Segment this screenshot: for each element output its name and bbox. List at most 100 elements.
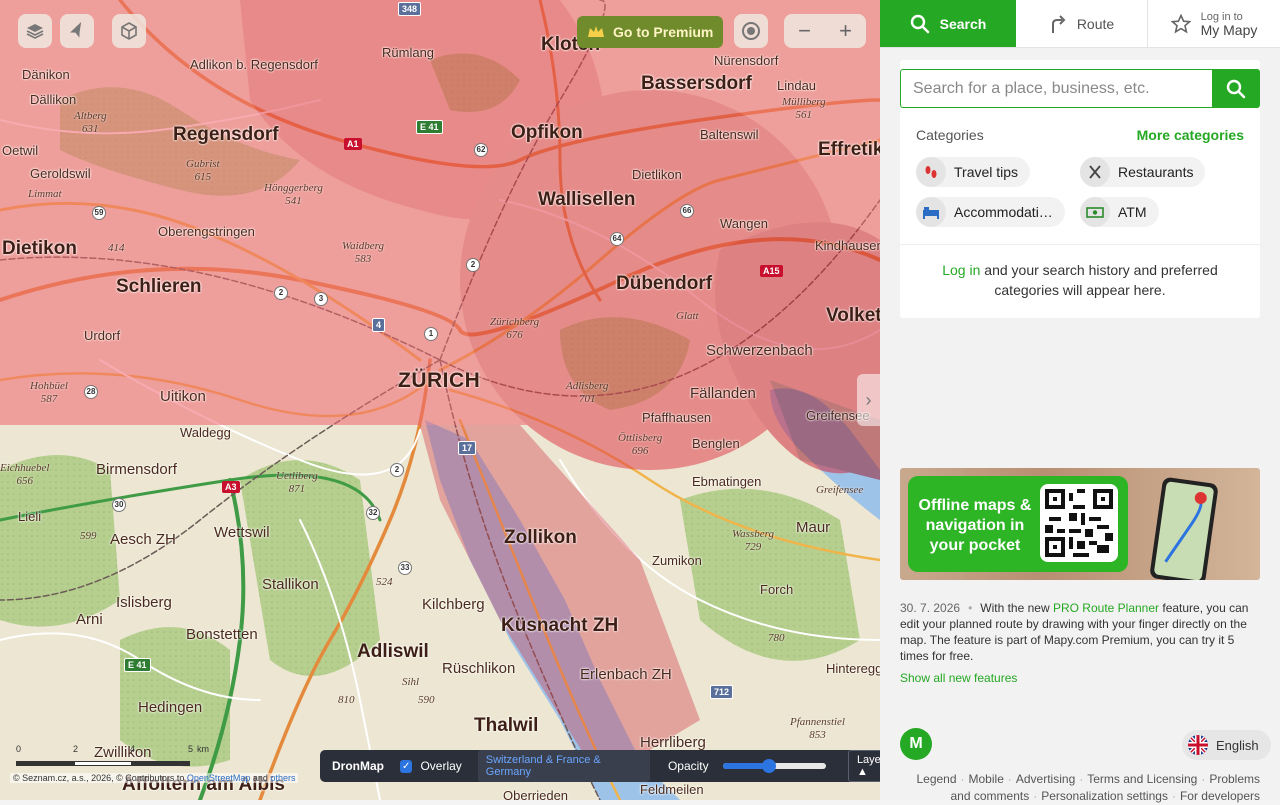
place-label[interactable]: Feldmeilen [640, 782, 704, 797]
place-label[interactable]: Hinteregg [826, 661, 880, 676]
place-label[interactable]: Opfikon [511, 122, 583, 144]
place-label[interactable]: Ebmatingen [692, 474, 761, 489]
place-label[interactable]: Volketswil [826, 305, 880, 327]
3d-view-button[interactable] [112, 14, 146, 48]
locate-me-button[interactable] [734, 14, 768, 48]
pro-route-planner-link[interactable]: PRO Route Planner [1053, 601, 1159, 615]
place-label[interactable]: Erlenbach ZH [580, 666, 672, 683]
place-label[interactable]: Adliswil [357, 641, 429, 663]
place-label[interactable]: Hedingen [138, 699, 202, 716]
footer-link[interactable]: Advertising [1016, 772, 1075, 786]
place-label[interactable]: Schlieren [116, 276, 202, 298]
place-label[interactable]: Benglen [692, 436, 740, 451]
scale-segment [132, 761, 190, 766]
place-label[interactable]: Thalwil [474, 715, 538, 737]
opacity-label: Opacity [667, 759, 709, 773]
place-label[interactable]: Islisberg [116, 594, 172, 611]
place-label[interactable]: Zollikon [504, 527, 577, 549]
place-label[interactable]: Uitikon [160, 388, 206, 405]
place-label[interactable]: Aesch ZH [110, 531, 176, 548]
more-categories-link[interactable]: More categories [1137, 127, 1244, 143]
place-label[interactable]: Zumikon [652, 553, 702, 568]
place-label[interactable]: Dietikon [2, 238, 77, 260]
place-label[interactable]: Dällikon [30, 92, 76, 107]
place-label[interactable]: Oberengstringen [158, 224, 255, 239]
login-link[interactable]: Log in [942, 262, 980, 278]
scale-bar: 0 2 4 5 km [16, 744, 209, 770]
show-all-features-link[interactable]: Show all new features [900, 670, 1260, 686]
place-label[interactable]: Effretikon [818, 139, 880, 161]
overlay-checkbox[interactable]: ✓ [400, 759, 413, 773]
place-label[interactable]: Küsnacht ZH [501, 615, 618, 637]
footprints-icon [916, 157, 946, 187]
place-label[interactable]: Baltenswil [700, 127, 759, 142]
place-label[interactable]: Lindau [777, 78, 816, 93]
place-label[interactable]: Dänikon [22, 67, 70, 82]
map-canvas[interactable]: Kloten Rümlang Dänikon Adlikon b. Regensdor… [0, 0, 880, 800]
category-label: ATM [1118, 204, 1147, 220]
language-selector[interactable]: English [1182, 730, 1271, 760]
categories-header: Categories More categories [916, 127, 1244, 143]
zoom-in-button[interactable]: + [825, 14, 866, 48]
place-label[interactable]: Oetwil [2, 143, 38, 158]
place-label[interactable]: Waldegg [180, 425, 231, 440]
place-label[interactable]: Oberrieden [503, 788, 568, 800]
panel-toggle-button[interactable]: › [857, 374, 880, 426]
place-label[interactable]: Stallikon [262, 576, 319, 593]
footer-link[interactable]: Legend [916, 772, 956, 786]
peak-label: Mülliberg 561 [782, 96, 826, 121]
go-to-premium-button[interactable]: Go to Premium [577, 16, 724, 48]
place-label[interactable]: Birmensdorf [96, 461, 177, 478]
place-label[interactable]: Wallisellen [538, 189, 636, 211]
footer-link[interactable]: For developers [1180, 789, 1260, 803]
category-restaurants[interactable]: Restaurants [1080, 157, 1206, 187]
place-label[interactable]: Dietlikon [632, 167, 682, 182]
place-label[interactable]: Maur [796, 519, 830, 536]
place-label[interactable]: Nürensdorf [714, 53, 778, 68]
place-label[interactable]: Dübendorf [616, 273, 712, 295]
place-label[interactable]: Herrliberg [640, 734, 706, 751]
place-label[interactable]: Geroldswil [30, 166, 91, 181]
search-submit-button[interactable] [1212, 69, 1260, 108]
category-accommodation[interactable]: Accommodati… [916, 197, 1065, 227]
place-label[interactable]: Schwerzenbach [706, 342, 813, 359]
search-input[interactable] [900, 69, 1212, 108]
region-selector[interactable]: Switzerland & France & Germany [477, 750, 650, 782]
place-label[interactable]: Rümlang [382, 45, 434, 60]
place-label[interactable]: Bonstetten [186, 626, 258, 643]
opacity-slider-handle[interactable] [762, 759, 777, 773]
place-label[interactable]: ZÜRICH [398, 369, 480, 393]
place-label[interactable]: Adlikon b. Regensdorf [190, 57, 318, 72]
place-label[interactable]: Wettswil [214, 524, 270, 541]
place-label[interactable]: Lieli [18, 509, 41, 524]
place-label[interactable]: Fällanden [690, 385, 756, 402]
place-label[interactable]: Arni [76, 611, 103, 628]
place-label[interactable]: Urdorf [84, 328, 120, 343]
footer-link[interactable]: Terms and Licensing [1087, 772, 1197, 786]
place-label[interactable]: Pfaffhausen [642, 410, 711, 425]
road-number-badge: 33 [398, 561, 412, 575]
footer-link[interactable]: Personalization settings [1041, 789, 1168, 803]
opacity-slider[interactable] [722, 759, 826, 773]
place-label[interactable]: Bassersdorf [641, 73, 752, 95]
place-label[interactable]: Wangen [720, 216, 768, 231]
layers-button[interactable] [18, 14, 52, 48]
airplane-mode-button[interactable] [60, 14, 94, 48]
zoom-out-button[interactable]: − [784, 14, 825, 48]
others-link[interactable]: others [270, 773, 295, 783]
tab-my-mapy[interactable]: Log in to My Mapy [1148, 0, 1280, 47]
offline-maps-promo[interactable]: Offline maps & navigation in your pocket [900, 468, 1260, 580]
scale-unit: km [197, 744, 209, 754]
place-label[interactable]: Kindhausen [815, 238, 880, 253]
place-label[interactable]: Rüschlikon [442, 660, 515, 677]
tab-search[interactable]: Search [880, 0, 1016, 47]
tab-route[interactable]: Route [1016, 0, 1148, 47]
category-atm[interactable]: ATM [1080, 197, 1159, 227]
mapy-logo[interactable]: M [900, 728, 932, 760]
osm-link[interactable]: OpenStreetMap [187, 773, 251, 783]
place-label[interactable]: Regensdorf [173, 124, 279, 146]
place-label[interactable]: Kilchberg [422, 596, 485, 613]
place-label[interactable]: Forch [760, 582, 793, 597]
category-travel-tips[interactable]: Travel tips [916, 157, 1031, 187]
footer-link[interactable]: Mobile [969, 772, 1004, 786]
